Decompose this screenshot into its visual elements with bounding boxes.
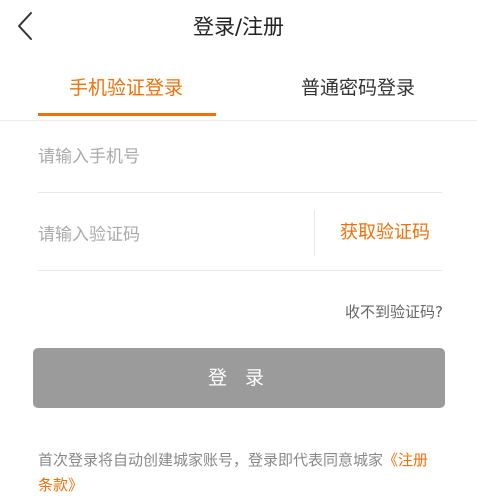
active-tab-indicator — [38, 113, 216, 116]
header: 登录/注册 — [0, 0, 477, 56]
agreement-text: 首次登录将自动创建城家账号，登录即代表同意城家《注册条款》 — [38, 448, 442, 498]
code-field: 获取验证码 — [38, 210, 442, 271]
verification-code-input[interactable] — [38, 218, 308, 252]
no-code-link[interactable]: 收不到验证码? — [345, 301, 443, 323]
code-field-divider — [314, 210, 315, 256]
get-code-button[interactable]: 获取验证码 — [340, 219, 430, 247]
agreement-body: 首次登录将自动创建城家账号，登录即代表同意城家 — [38, 451, 384, 469]
tab-password-login[interactable]: 普通密码登录 — [275, 74, 441, 102]
login-tabs: 手机验证登录 普通密码登录 — [0, 66, 477, 121]
login-button[interactable]: 登 录 — [33, 348, 445, 408]
phone-input[interactable] — [38, 140, 442, 174]
page-title: 登录/注册 — [192, 15, 285, 39]
phone-field — [38, 132, 442, 193]
tab-sms-login[interactable]: 手机验证登录 — [38, 74, 214, 102]
